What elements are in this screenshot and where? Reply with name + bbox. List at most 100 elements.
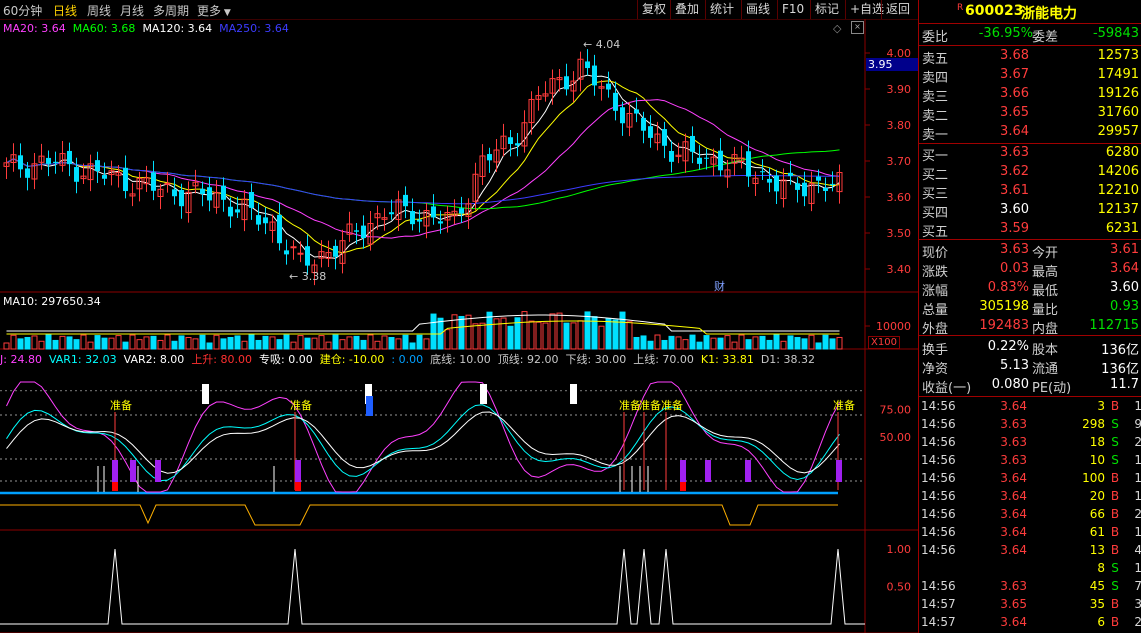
- volume-bar: [367, 334, 374, 350]
- volume-bar: [227, 336, 234, 350]
- f10-button[interactable]: F10: [777, 0, 808, 19]
- ask-level-row[interactable]: 卖五 3.68 12573: [919, 48, 1141, 67]
- bid-level-row[interactable]: 买二 3.62 14206: [919, 164, 1141, 183]
- candle-body: [207, 187, 212, 201]
- tick-volume: 8: [1097, 561, 1105, 575]
- draw-line-button[interactable]: 画线: [741, 0, 774, 19]
- volume-bar: [17, 338, 24, 350]
- ask-level-row[interactable]: 卖三 3.66 19126: [919, 86, 1141, 105]
- candle-body: [18, 155, 23, 170]
- financial-report-marker[interactable]: 财: [714, 278, 725, 294]
- high-price-label: ← 4.04: [583, 38, 621, 51]
- period-60min[interactable]: 60分钟: [3, 2, 42, 19]
- purple-bar: [705, 460, 711, 482]
- volume-bar: [766, 339, 773, 350]
- volume-bar: [542, 322, 549, 350]
- purple-bar: [745, 460, 751, 482]
- volume-bar: [402, 334, 409, 350]
- volume-bar: [654, 334, 661, 350]
- candle-body: [102, 175, 107, 179]
- weicha-value: -59843: [1092, 26, 1139, 41]
- candle-body: [816, 176, 821, 181]
- panel-close-icon[interactable]: ×: [851, 21, 864, 34]
- signal-tick-label: 0.50: [887, 581, 912, 594]
- bid-volume: 6280: [1105, 145, 1139, 160]
- candle-body: [403, 194, 408, 207]
- tick-count: 2: [1134, 507, 1141, 521]
- fuquan-button[interactable]: 复权: [637, 0, 670, 19]
- tick-time: 14:56: [921, 489, 956, 503]
- bid-price: 3.59: [1000, 221, 1029, 236]
- back-button[interactable]: 返回: [881, 0, 914, 19]
- period-daily[interactable]: 日线: [53, 2, 77, 19]
- tick-price: 3.64: [1000, 615, 1027, 629]
- volume-bar: [262, 335, 269, 350]
- period-multi[interactable]: 多周期: [153, 2, 189, 19]
- candle-body: [164, 182, 171, 185]
- volume-bar: [626, 321, 633, 350]
- ask-level-row[interactable]: 卖一 3.64 29957: [919, 124, 1141, 143]
- tick-count: 1: [1134, 489, 1141, 503]
- tick-price: 3.65: [1000, 597, 1027, 611]
- stat-row: 总量 305198 量比 0.93: [919, 299, 1141, 318]
- candle-body: [641, 117, 646, 131]
- volume-bar: [395, 338, 402, 350]
- volume-bar: [584, 311, 591, 350]
- tick-time: 14:56: [921, 471, 956, 485]
- ask-level-row[interactable]: 卖四 3.67 17491: [919, 67, 1141, 86]
- candle-body: [515, 143, 520, 146]
- bid-level-row[interactable]: 买一 3.63 6280: [919, 145, 1141, 164]
- y-tick-label: 3.80: [887, 119, 912, 132]
- bid-price: 3.62: [1000, 164, 1029, 179]
- candle-body: [774, 175, 779, 192]
- tick-direction: B: [1110, 543, 1120, 557]
- candle-body: [235, 209, 240, 213]
- period-weekly[interactable]: 周线: [87, 2, 111, 19]
- tick-volume: 35: [1089, 597, 1105, 611]
- ma-legend: MA20: 3.64 MA60: 3.68 MA120: 3.64 MA250: 3.…: [3, 22, 296, 35]
- candle-body: [389, 212, 394, 215]
- overlay-button[interactable]: 叠加: [670, 0, 703, 19]
- tick-price: 3.64: [1000, 543, 1027, 557]
- kline-chart[interactable]: 4.003.903.803.703.603.503.401000075.0050…: [0, 19, 918, 633]
- weibi-label: 委比: [922, 30, 949, 45]
- signal-label: 准备: [110, 399, 132, 412]
- volume-bar: [444, 329, 451, 350]
- candle-body: [361, 225, 366, 239]
- fundamental-row: 净资 5.13 流通 136亿: [919, 358, 1141, 377]
- volume-bar: [563, 322, 570, 350]
- ask-label: 卖二: [922, 109, 949, 124]
- bid-level-row[interactable]: 买五 3.59 6231: [919, 221, 1141, 240]
- bid-level-row[interactable]: 买三 3.61 12210: [919, 183, 1141, 202]
- volume-bar: [24, 336, 31, 350]
- tick-count: 2: [1134, 435, 1141, 449]
- r-badge: R: [957, 3, 964, 13]
- ask-level-row[interactable]: 卖二 3.65 31760: [919, 105, 1141, 124]
- stock-name: 浙能电力: [1021, 6, 1077, 22]
- period-monthly[interactable]: 月线: [120, 2, 144, 19]
- candle-body: [305, 246, 310, 266]
- volume-bar: [598, 325, 605, 350]
- volume-bar: [206, 342, 213, 350]
- volume-bar: [374, 340, 381, 350]
- white-bar: [570, 384, 577, 404]
- period-more[interactable]: 更多 ▼: [197, 2, 231, 19]
- candle-body: [67, 150, 72, 165]
- diamond-icon[interactable]: ◇: [833, 22, 841, 35]
- stat-value: 0.83%: [987, 280, 1029, 295]
- candle-body: [172, 189, 177, 197]
- volume-bar: [332, 334, 339, 350]
- stock-header: R 600023 浙能电力: [919, 2, 1141, 22]
- fundamental-value: 11.7: [1110, 377, 1139, 392]
- candle-body: [95, 160, 100, 172]
- volume-bar: [3, 342, 10, 350]
- volume-bar: [829, 338, 836, 350]
- bid-level-row[interactable]: 买四 3.60 12137: [919, 202, 1141, 221]
- statistics-button[interactable]: 统计: [705, 0, 738, 19]
- ma-line: [6, 99, 840, 239]
- tick-count: 9: [1134, 417, 1141, 431]
- tick-direction: S: [1111, 453, 1119, 467]
- mark-button[interactable]: 标记: [810, 0, 843, 19]
- volume-bar: [836, 336, 843, 350]
- candle-body: [690, 135, 695, 152]
